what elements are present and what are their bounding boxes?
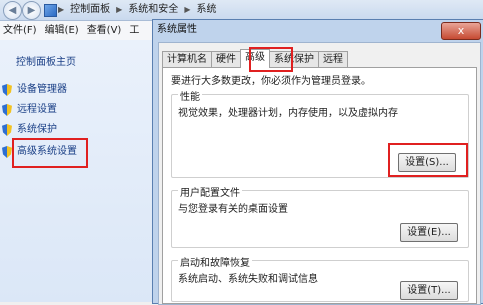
menu-edit[interactable]: 编辑(E) <box>45 21 79 40</box>
shield-icon <box>2 84 12 96</box>
dialog-title: 系统属性 <box>157 24 197 35</box>
breadcrumb-item[interactable]: 系统和安全 <box>128 0 178 20</box>
tab-hardware[interactable]: 硬件 <box>211 51 241 68</box>
tab-remote[interactable]: 远程 <box>318 51 348 68</box>
chevron-right-icon: ▶ <box>184 5 191 14</box>
system-properties-dialog: 系统属性 x 计算机名 硬件 高级 系统保护 远程 要进行大多数更改，你必须作为… <box>152 19 483 305</box>
forward-button[interactable]: ▶ <box>22 1 41 20</box>
address-bar: ◀ ▶ ▶ 控制面板 ▶ 系统和安全 ▶ 系统 <box>0 0 483 21</box>
back-button[interactable]: ◀ <box>3 1 22 20</box>
control-panel-icon <box>44 4 57 17</box>
user-profiles-group: 用户配置文件 与您登录有关的桌面设置 设置(E)... <box>171 184 469 248</box>
sidebar-item-label: 远程设置 <box>17 104 57 115</box>
shield-icon <box>2 124 12 136</box>
breadcrumb: ▶ 控制面板 ▶ 系统和安全 ▶ 系统 <box>58 0 216 20</box>
group-desc: 视觉效果，处理器计划，内存使用，以及虚拟内存 <box>178 108 398 119</box>
dialog-body: 计算机名 硬件 高级 系统保护 远程 要进行大多数更改，你必须作为管理员登录。 … <box>158 42 481 305</box>
control-panel-home-link[interactable]: 控制面板主页 <box>16 53 76 68</box>
menu-view[interactable]: 查看(V) <box>87 21 122 40</box>
menu-file[interactable]: 文件(F) <box>3 21 37 40</box>
close-button[interactable]: x <box>441 22 481 40</box>
sidebar-item-remote-settings[interactable]: 远程设置 <box>2 102 57 118</box>
group-desc: 与您登录有关的桌面设置 <box>178 204 288 215</box>
sidebar-item-label: 系统保护 <box>17 124 57 135</box>
group-desc: 系统启动、系统失败和调试信息 <box>178 274 318 285</box>
sidebar-item-label: 设备管理器 <box>17 84 67 95</box>
highlight-box <box>388 143 468 177</box>
startup-recovery-settings-button[interactable]: 设置(T)... <box>400 281 458 300</box>
performance-group: 性能 视觉效果，处理器计划，内存使用，以及虚拟内存 设置(S)... <box>171 88 469 178</box>
group-title: 性能 <box>178 88 202 103</box>
startup-recovery-group: 启动和故障恢复 系统启动、系统失败和调试信息 设置(T)... <box>171 254 469 302</box>
breadcrumb-item[interactable]: 控制面板 <box>70 0 110 20</box>
tab-computer-name[interactable]: 计算机名 <box>162 51 212 68</box>
advanced-tab-page: 要进行大多数更改，你必须作为管理员登录。 性能 视觉效果，处理器计划，内存使用，… <box>162 67 477 304</box>
shield-icon <box>2 104 12 116</box>
left-pane: 控制面板主页 设备管理器 远程设置 系统保护 高级系统设置 <box>0 40 152 302</box>
admin-note: 要进行大多数更改，你必须作为管理员登录。 <box>171 76 371 87</box>
highlight-box <box>12 138 88 168</box>
menu-tools[interactable]: 工 <box>129 21 139 40</box>
chevron-right-icon: ▶ <box>116 5 123 14</box>
group-title: 启动和故障恢复 <box>178 254 252 269</box>
breadcrumb-item[interactable]: 系统 <box>196 0 216 20</box>
group-title: 用户配置文件 <box>178 184 242 199</box>
highlight-box <box>249 47 293 72</box>
menu-bar: 文件(F) 编辑(E) 查看(V) 工 <box>0 21 163 40</box>
chevron-right-icon: ▶ <box>58 5 65 14</box>
sidebar-item-device-manager[interactable]: 设备管理器 <box>2 82 67 98</box>
close-icon: x <box>457 24 465 37</box>
sidebar-item-system-protection[interactable]: 系统保护 <box>2 122 57 138</box>
user-profiles-settings-button[interactable]: 设置(E)... <box>400 223 458 242</box>
shield-icon <box>2 146 12 158</box>
